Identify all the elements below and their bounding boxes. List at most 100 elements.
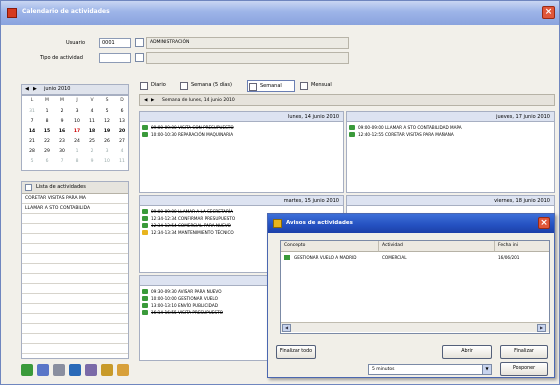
tab-semanal[interactable]: Semanal [247,80,295,92]
calendar-day[interactable]: 9 [55,119,69,124]
list-item[interactable] [22,274,128,284]
calendar-day[interactable]: 4 [115,149,129,154]
calendar-day[interactable]: 26 [100,139,114,144]
chevron-down-icon[interactable]: ▼ [482,365,491,374]
list-item[interactable] [22,234,128,244]
calendar-event[interactable]: 12:40-12:55 CORETAR VISITAS PARA MAÑANA [347,131,554,138]
scroll-right-icon[interactable]: ▶ [537,324,546,332]
list-item[interactable] [22,334,128,344]
calendar-day[interactable]: 31 [25,109,39,114]
calendar-day[interactable]: 5 [100,109,114,114]
tab-semana-5-dias[interactable]: Semana (5 días) [179,80,243,92]
mini-calendar-month[interactable]: junio 2010 [44,86,71,92]
finalizar-button[interactable]: Finalizar [500,345,548,359]
tab-mensual[interactable]: Mensual [299,80,343,92]
group-icon[interactable] [117,364,129,376]
list-item[interactable] [22,324,128,334]
calendar-day[interactable]: 10 [100,159,114,164]
column-header-actividad[interactable]: Actividad [379,241,495,252]
list-item[interactable] [22,284,128,294]
list-item[interactable] [22,264,128,274]
calendar-day[interactable]: 15 [40,129,54,134]
day-panel-monday[interactable]: lunes, 14 junio 2010 09:00-09:00 VISITA C… [139,111,344,193]
next-week-icon[interactable]: ▶ [151,95,154,106]
calendar-day[interactable]: 14 [25,129,39,134]
calendar-day[interactable]: 27 [115,139,129,144]
dialog-close-button[interactable]: × [538,217,550,229]
event-text: 09:00-09:00 LLAMAR A LA SECRETARÍA [151,209,234,214]
list-item[interactable] [22,294,128,304]
calendar-day[interactable]: 11 [85,119,99,124]
calendar-day[interactable]: 3 [100,149,114,154]
list-item[interactable] [22,344,128,354]
calendar-day[interactable]: 7 [25,119,39,124]
calendar-day[interactable]: 2 [85,149,99,154]
list-item[interactable]: CORETAR VISITAS PARA MA [22,194,128,204]
calendar-day[interactable]: 12 [100,119,114,124]
calendar-day[interactable]: 30 [55,149,69,154]
tipo-actividad-lookup-button[interactable] [135,53,144,62]
calendar-event[interactable]: 09:00-09:00 VISITA CON PRESUPUESTO [140,124,343,131]
filter-icon[interactable] [101,364,113,376]
calendar-day[interactable]: 16 [55,129,69,134]
calendar-event[interactable]: 10:00-10:30 REPARACIÓN MAQUINARIA [140,131,343,138]
postpone-select[interactable]: 5 minutos ▼ [368,364,492,375]
posponer-button[interactable]: Posponer [500,362,548,376]
print-icon[interactable] [85,364,97,376]
horizontal-scrollbar[interactable]: ◀ ▶ [281,322,549,332]
list-item[interactable] [22,314,128,324]
usuario-field[interactable]: 0001 [99,38,131,48]
chart-icon[interactable] [69,364,81,376]
finalizar-todo-button[interactable]: Finalizar todo [276,345,316,359]
usuario-lookup-button[interactable] [135,38,144,47]
list-item[interactable] [22,214,128,224]
list-item[interactable]: LLAMAR A STO CONTABILIDA [22,204,128,214]
list-item[interactable] [22,224,128,234]
calendar-day[interactable]: 28 [25,149,39,154]
calendar-day[interactable]: 8 [40,119,54,124]
tipo-actividad-field[interactable] [99,53,131,63]
calendar-day[interactable]: 23 [55,139,69,144]
calendar-day[interactable]: 5 [25,159,39,164]
list-item[interactable] [22,304,128,314]
calendar-day[interactable]: 29 [40,149,54,154]
list-item[interactable] [22,254,128,264]
next-month-icon[interactable]: ▶ [33,86,37,92]
calendar-day[interactable]: 6 [115,109,129,114]
calendar-day[interactable]: 4 [85,109,99,114]
calendar-day[interactable]: 11 [115,159,129,164]
calendar-day[interactable]: 2 [55,109,69,114]
activity-list-checkbox[interactable] [25,184,32,191]
list-item[interactable] [22,244,128,254]
calendar-day[interactable]: 18 [85,129,99,134]
calendar-day[interactable]: 1 [40,109,54,114]
calendar-day[interactable]: 25 [85,139,99,144]
calendar-day[interactable]: 1 [70,149,84,154]
calendar-day[interactable]: 6 [40,159,54,164]
abrir-button[interactable]: Abrir [442,345,492,359]
calendar-day[interactable]: 24 [70,139,84,144]
column-header-concepto[interactable]: Concepto [281,241,379,252]
calendar-day[interactable]: 7 [55,159,69,164]
calendar-day[interactable]: 19 [100,129,114,134]
prev-week-icon[interactable]: ◀ [144,95,147,106]
calendar-day[interactable]: 8 [70,159,84,164]
day-panel-thursday[interactable]: jueves, 17 junio 2010 09:00-09:00 LLAMAR … [346,111,555,193]
calendar-day[interactable]: 22 [40,139,54,144]
calendar-day[interactable]: 21 [25,139,39,144]
close-button[interactable]: × [542,6,555,19]
calendar-day[interactable]: 9 [85,159,99,164]
column-header-fecha[interactable]: Fecha ini [495,241,549,252]
link-icon[interactable] [53,364,65,376]
user-icon[interactable] [37,364,49,376]
scroll-left-icon[interactable]: ◀ [282,324,291,332]
tab-diario[interactable]: Diario [139,80,169,92]
calendar-event[interactable]: 09:00-09:00 LLAMAR A STO CONTABILIDAD MA… [347,124,554,131]
calendar-day[interactable]: 10 [70,119,84,124]
prev-month-icon[interactable]: ◀ [25,86,29,92]
calendar-day[interactable]: 3 [70,109,84,114]
calendar-day[interactable]: 17 [70,129,84,134]
calendar-day[interactable]: 13 [115,119,129,124]
calendar-day[interactable]: 20 [115,129,129,134]
refresh-icon[interactable] [21,364,33,376]
